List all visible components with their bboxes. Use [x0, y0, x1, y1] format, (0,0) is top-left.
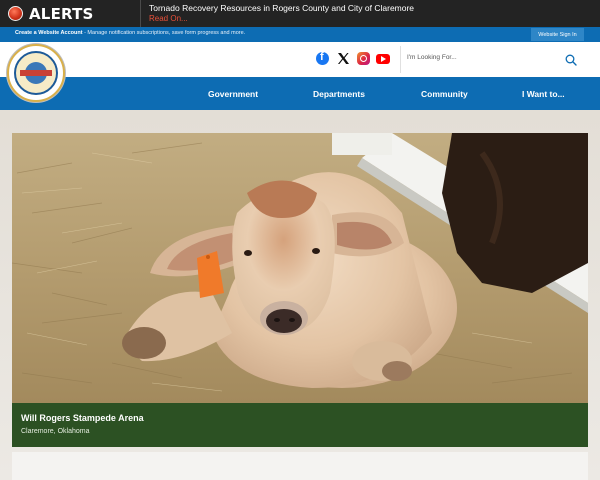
content-area [12, 452, 588, 480]
alert-icon [8, 6, 23, 21]
alerts-button[interactable]: ALERTS [0, 0, 141, 27]
hero-caption[interactable]: Will Rogers Stampede Arena Claremore, Ok… [12, 403, 588, 447]
search-input[interactable] [407, 54, 557, 61]
youtube-icon[interactable] [376, 54, 390, 64]
sign-in-button[interactable]: Website Sign In [531, 28, 584, 41]
seal-band [20, 70, 52, 76]
alert-read-on-link[interactable]: Read On... [149, 14, 188, 23]
nav-item-community[interactable]: Community [421, 77, 468, 110]
county-seal [14, 51, 58, 95]
account-bar: Create a Website Account - Manage notifi… [0, 27, 600, 42]
facebook-icon[interactable] [316, 51, 329, 65]
account-description: - Manage notification subscriptions, sav… [82, 30, 246, 36]
x-icon[interactable] [337, 52, 350, 65]
calf-photo [12, 133, 588, 403]
create-account-link[interactable]: Create a Website Account [15, 30, 83, 36]
hero-title: Will Rogers Stampede Arena [21, 413, 144, 423]
account-text: Create a Website Account - Manage notifi… [15, 30, 245, 36]
county-logo[interactable] [7, 44, 65, 102]
nav-item-i-want-to[interactable]: I Want to... [522, 77, 565, 110]
instagram-icon[interactable] [357, 52, 370, 65]
alerts-label: ALERTS [29, 4, 94, 23]
alert-title[interactable]: Tornado Recovery Resources in Rogers Cou… [149, 3, 414, 13]
search-icon-svg [565, 54, 577, 66]
nav-item-departments[interactable]: Departments [313, 77, 365, 110]
search-icon[interactable] [565, 53, 577, 66]
x-icon-svg [338, 53, 349, 64]
search-box [400, 46, 588, 73]
hero-subtitle: Claremore, Oklahoma [21, 428, 90, 435]
main-nav: Government Departments Community I Want … [0, 77, 600, 110]
nav-item-government[interactable]: Government [208, 77, 258, 110]
alerts-bar: ALERTS Tornado Recovery Resources in Rog… [0, 0, 600, 27]
hero-image [12, 133, 588, 403]
